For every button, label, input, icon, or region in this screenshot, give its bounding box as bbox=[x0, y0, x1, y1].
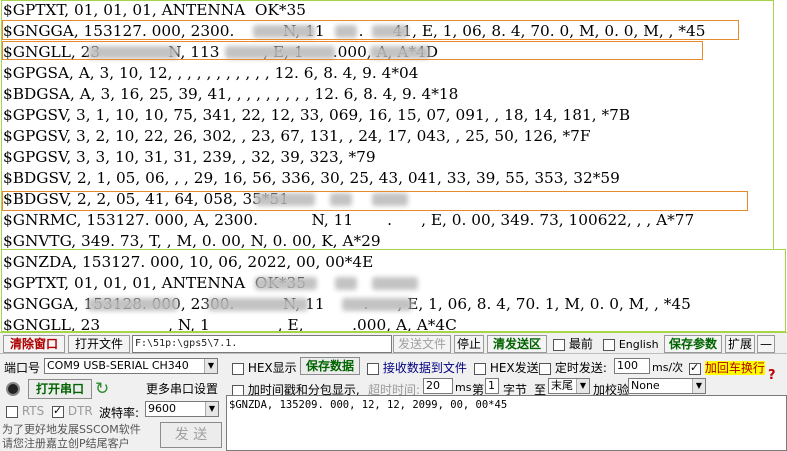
terminal-line: $GPGSV, 3, 3, 10, 31, 31, 239, , 32, 39,… bbox=[3, 148, 376, 166]
end-value: 末尾 bbox=[551, 379, 573, 392]
checkbox-icon bbox=[52, 404, 64, 418]
receive-toolbar: 清除窗口 打开文件 F:\51p:\gps5\7.1. 发送文件 停止 清发送区… bbox=[0, 332, 787, 354]
hex-send-label: HEX发送 bbox=[489, 361, 539, 375]
send-textarea[interactable]: $GNZDA, 135209. 000, 12, 12, 2099, 00, 0… bbox=[226, 395, 787, 451]
port-value: COM9 USB-SERIAL CH340 bbox=[47, 359, 189, 372]
redaction-blur bbox=[372, 25, 408, 38]
redaction-blur bbox=[372, 277, 418, 290]
redaction-blur bbox=[255, 277, 317, 290]
interval-input[interactable]: 100 bbox=[614, 358, 650, 374]
checkbox-icon bbox=[539, 362, 551, 375]
redaction-blur bbox=[208, 298, 308, 311]
chevron-down-icon: ▼ bbox=[576, 379, 589, 393]
baud-select[interactable]: 9600 ▼ bbox=[145, 401, 219, 417]
refresh-icon[interactable]: ↻ bbox=[95, 379, 109, 399]
receive-to-file-checkbox[interactable]: 接收数据到文件 bbox=[367, 359, 467, 376]
interval-unit: ms/次 bbox=[652, 361, 684, 374]
record-icon bbox=[6, 382, 20, 396]
terminal-line: $GNGLL, 23 , N, 1 , E, .000, A, A*4C bbox=[3, 316, 457, 332]
help-icon[interactable]: ? bbox=[768, 368, 776, 383]
timed-send-checkbox[interactable]: 定时发送: bbox=[539, 359, 607, 376]
redaction-blur bbox=[370, 46, 430, 59]
redaction-blur bbox=[88, 298, 178, 311]
baud-label: 波特率: bbox=[99, 406, 140, 420]
terminal-line: $BDGSV, 2, 2, 05, 41, 64, 058, 35*51 bbox=[3, 190, 290, 208]
save-params-button[interactable]: 保存参数 bbox=[664, 335, 722, 353]
english-checkbox[interactable]: English bbox=[603, 335, 659, 353]
open-port-button[interactable]: 打开串口 bbox=[28, 379, 92, 399]
collapse-button[interactable]: — bbox=[757, 335, 775, 353]
english-label: English bbox=[618, 338, 659, 351]
byte-index-input[interactable]: 1 bbox=[485, 378, 499, 394]
control-panel: 端口号 COM9 USB-SERIAL CH340 ▼ HEX显示 保存数据 接… bbox=[0, 354, 787, 451]
expand-button[interactable]: 扩展 bbox=[725, 335, 755, 353]
terminal-line: $GNVTG, 349. 73, T, , M, 0. 00, N, 0. 00… bbox=[3, 232, 381, 250]
terminal-line: $GPGSA, A, 3, 10, 12, , , , , , , , , , … bbox=[3, 64, 419, 82]
port-label: 端口号 bbox=[4, 361, 41, 375]
send-file-button[interactable]: 发送文件 bbox=[393, 335, 451, 353]
append-crlf-label: 加回车换行 bbox=[704, 361, 765, 375]
dtr-label: DTR bbox=[67, 404, 93, 418]
checkbox-icon bbox=[553, 338, 565, 351]
checkbox-icon bbox=[603, 338, 615, 351]
checkbox-icon bbox=[6, 405, 18, 418]
hex-display-label: HEX显示 bbox=[247, 361, 297, 375]
redaction-blur bbox=[372, 193, 408, 206]
redaction-blur bbox=[253, 25, 315, 38]
terminal-line: $GPGSV, 3, 2, 10, 22, 26, 302, , 23, 67,… bbox=[3, 127, 591, 145]
terminal-line: $GNRMC, 153127. 000, A, 2300. N, 11 . , … bbox=[3, 211, 695, 229]
terminal-line: $GNZDA, 153127. 000, 10, 06, 2022, 00, 0… bbox=[3, 253, 374, 271]
hex-display-checkbox[interactable]: HEX显示 bbox=[232, 359, 297, 376]
checkbox-icon bbox=[367, 362, 379, 375]
checksum-value: None bbox=[631, 379, 660, 392]
redaction-blur bbox=[225, 46, 335, 59]
baud-value: 9600 bbox=[148, 402, 176, 415]
timed-send-label: 定时发送: bbox=[554, 361, 607, 375]
terminal-line: $BDGSA, A, 3, 16, 25, 39, 41, , , , , , … bbox=[3, 85, 459, 103]
send-button[interactable]: 发 送 bbox=[160, 422, 222, 448]
redaction-blur bbox=[342, 298, 412, 311]
redaction-blur bbox=[88, 46, 178, 59]
chevron-down-icon: ▼ bbox=[204, 359, 217, 373]
redaction-blur bbox=[335, 277, 357, 290]
rts-checkbox[interactable]: RTS bbox=[6, 404, 44, 418]
chevron-down-icon: ▼ bbox=[205, 402, 218, 416]
clear-window-button[interactable]: 清除窗口 bbox=[3, 335, 65, 353]
promo-line-2: 请您注册嘉立创P结尾客户 bbox=[2, 437, 130, 450]
rts-label: RTS bbox=[21, 404, 45, 418]
more-settings-link[interactable]: 更多串口设置 bbox=[146, 380, 218, 397]
open-file-button[interactable]: 打开文件 bbox=[68, 335, 130, 353]
save-data-button[interactable]: 保存数据 bbox=[300, 357, 360, 375]
dtr-checkbox[interactable]: DTR bbox=[52, 404, 93, 418]
topmost-checkbox[interactable]: 最前 bbox=[553, 335, 593, 353]
redaction-blur bbox=[330, 193, 352, 206]
file-path-input[interactable]: F:\51p:\gps5\7.1. bbox=[132, 335, 392, 353]
topmost-label: 最前 bbox=[568, 337, 593, 351]
terminal-line: $GPGSV, 3, 1, 10, 10, 75, 341, 22, 12, 3… bbox=[3, 106, 631, 124]
checksum-select[interactable]: None ▼ bbox=[628, 378, 706, 394]
terminal-line: $BDGSV, 2, 1, 05, 06, , , 29, 16, 56, 33… bbox=[3, 169, 620, 187]
timeout-input[interactable]: 20 bbox=[423, 378, 453, 394]
redaction-blur bbox=[255, 193, 315, 206]
receive-to-file-label: 接收数据到文件 bbox=[382, 361, 467, 375]
redaction-blur bbox=[335, 25, 357, 38]
stop-button[interactable]: 停止 bbox=[454, 335, 484, 353]
terminal-line: $GPTXT, 01, 01, 01, ANTENNA OK*35 bbox=[3, 1, 307, 19]
port-select[interactable]: COM9 USB-SERIAL CH340 ▼ bbox=[44, 358, 218, 374]
hex-send-checkbox[interactable]: HEX发送 bbox=[474, 359, 539, 376]
append-crlf-checkbox[interactable]: 加回车换行 bbox=[689, 359, 765, 376]
chevron-down-icon: ▼ bbox=[692, 379, 705, 393]
clear-send-button[interactable]: 清发送区 bbox=[487, 335, 547, 353]
checkbox-icon bbox=[474, 362, 486, 375]
receive-terminal[interactable]: $GPTXT, 01, 01, 01, ANTENNA OK*35 $GNGGA… bbox=[0, 0, 787, 332]
checkbox-icon bbox=[689, 361, 701, 375]
checkbox-icon bbox=[232, 362, 244, 375]
timeout-unit: ms bbox=[455, 381, 472, 394]
end-select[interactable]: 末尾 ▼ bbox=[548, 378, 590, 394]
